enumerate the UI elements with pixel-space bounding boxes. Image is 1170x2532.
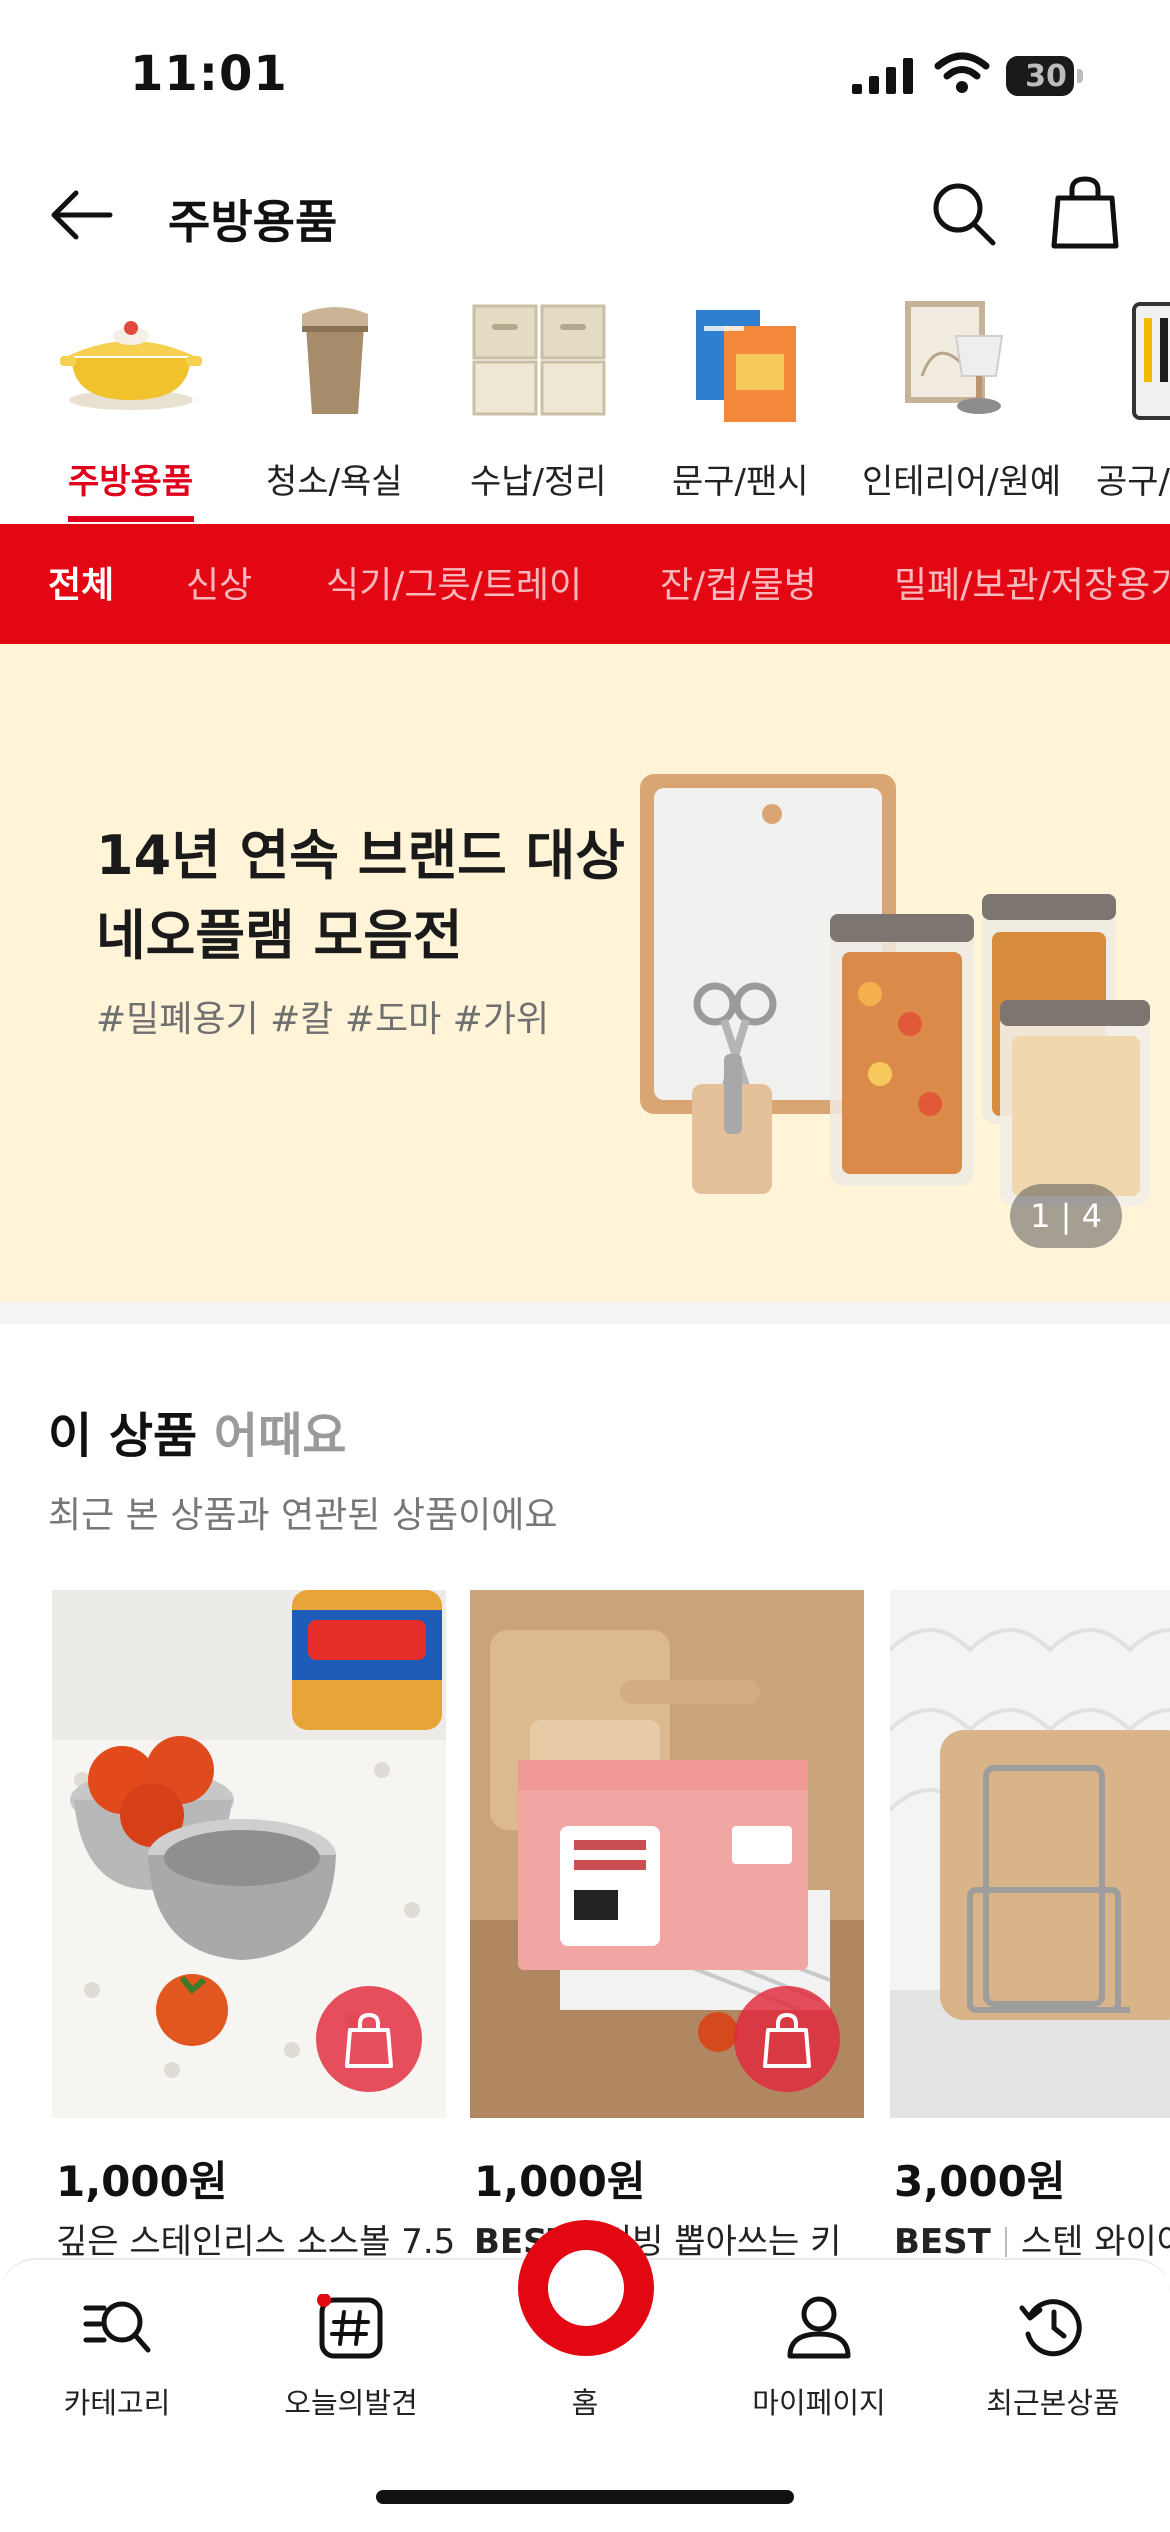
- shopping-bag-icon[interactable]: [1050, 176, 1120, 250]
- filter-chip-tableware[interactable]: 식기/그릇/트레이: [326, 556, 582, 608]
- person-icon: [787, 2296, 851, 2359]
- product-card[interactable]: 1,000원 깊은 스테인리스 소스볼 7.5: [52, 1590, 455, 2262]
- nav-label: 카테고리: [63, 2386, 171, 2420]
- best-badge: BEST: [894, 2222, 991, 2262]
- category-label: 주방용품: [68, 462, 194, 502]
- home-indicator[interactable]: [376, 2490, 794, 2504]
- filter-chip-new[interactable]: 신상: [186, 556, 252, 608]
- section-divider: [0, 1302, 1170, 1324]
- nav-category[interactable]: 카테고리: [0, 2260, 234, 2430]
- category-label: 공구/: [1096, 462, 1170, 502]
- banner-page-indicator: 1 | 4: [1010, 1184, 1122, 1248]
- product-price: 1,000원: [474, 2157, 646, 2206]
- nav-label: 마이페이지: [752, 2386, 886, 2420]
- category-tab-stationery[interactable]: 문구/팬시: [666, 296, 816, 524]
- cellular-signal-icon: [852, 58, 913, 94]
- promo-banner[interactable]: 14년 연속 브랜드 대상 네오플램 모음전 #밀폐용기 #칼 #도마 #가위 …: [0, 644, 1170, 1302]
- category-label: 문구/팬시: [672, 462, 809, 502]
- category-strip: 주방용품 청소/욕실 수납/정리 문구/팬시 인테리어/원예 공구/: [0, 296, 1170, 524]
- product-name: BEST스텐 와이어: [894, 2222, 1170, 2262]
- lamp-frame-icon: [905, 301, 1004, 414]
- filter-chip-all[interactable]: 전체: [48, 556, 114, 608]
- kitchenware-product-image: [640, 774, 1150, 1206]
- nav-mypage[interactable]: 마이페이지: [702, 2260, 936, 2430]
- tool-set-icon: [1132, 302, 1170, 420]
- category-active-underline: [68, 516, 194, 522]
- category-label: 수납/정리: [470, 462, 607, 502]
- nav-discover[interactable]: 오늘의발견: [234, 2260, 468, 2430]
- trash-bin-icon: [302, 307, 368, 414]
- category-tab-storage[interactable]: 수납/정리: [464, 296, 614, 524]
- filter-chip-containers[interactable]: 밀폐/보관/저장용기: [894, 556, 1170, 608]
- category-label: 인테리어/원예: [862, 462, 1062, 502]
- storage-box-icon: [472, 304, 606, 416]
- back-arrow-icon[interactable]: [48, 188, 114, 242]
- notebook-icon: [696, 310, 796, 422]
- product-image: [890, 1590, 1170, 2118]
- category-tab-interior[interactable]: 인테리어/원예: [862, 296, 1062, 524]
- casserole-pot-icon: [60, 321, 202, 410]
- shopping-bag-icon: [345, 2012, 393, 2068]
- history-clock-icon: [1019, 2299, 1082, 2357]
- subcategory-filter-bar: 전체 신상 식기/그릇/트레이 잔/컵/물병 밀폐/보관/저장용기: [0, 524, 1170, 644]
- nav-label: 최근본상품: [986, 2386, 1120, 2420]
- shopping-bag-icon: [763, 2012, 811, 2068]
- home-ring-icon: [548, 2250, 624, 2326]
- page-title: 주방용품: [168, 195, 338, 249]
- battery-level: 30: [1025, 59, 1067, 94]
- status-bar: 11:01 30: [0, 0, 1170, 150]
- section-subtitle: 최근 본 상품과 연관된 상품이에요: [48, 1495, 558, 1536]
- nav-label: 홈: [571, 2386, 599, 2420]
- home-button[interactable]: [518, 2220, 654, 2356]
- battery-indicator: 30: [1006, 56, 1083, 96]
- banner-tags: #밀폐용기 #칼 #도마 #가위: [96, 999, 550, 1040]
- nav-recent[interactable]: 최근본상품: [936, 2260, 1170, 2430]
- category-tab-tools[interactable]: 공구/: [1096, 296, 1170, 524]
- product-price: 1,000원: [56, 2157, 228, 2206]
- category-tab-kitchen[interactable]: 주방용품: [56, 296, 206, 524]
- header: 주방용품: [0, 150, 1170, 280]
- category-search-icon: [83, 2301, 151, 2353]
- add-to-cart-button[interactable]: [316, 1986, 422, 2092]
- status-time: 11:01: [130, 46, 288, 102]
- product-card[interactable]: 3,000원 BEST스텐 와이어: [890, 1590, 1170, 2262]
- section-title: 이 상품 어때요: [48, 1408, 347, 1464]
- product-card[interactable]: 1,000원 BEST 리빙 뽑아쓰는 키: [470, 1590, 864, 2262]
- product-price: 3,000원: [894, 2157, 1066, 2206]
- nav-label: 오늘의발견: [284, 2386, 418, 2420]
- hashtag-icon: [317, 2294, 383, 2359]
- filter-chip-cups[interactable]: 잔/컵/물병: [660, 556, 817, 608]
- product-name: 깊은 스테인리스 소스볼 7.5: [56, 2222, 456, 2262]
- category-label: 청소/욕실: [266, 462, 403, 502]
- search-icon[interactable]: [930, 180, 998, 248]
- banner-title: 14년 연속 브랜드 대상 네오플램 모음전: [96, 824, 625, 967]
- category-tab-cleaning[interactable]: 청소/욕실: [260, 296, 410, 524]
- add-to-cart-button[interactable]: [734, 1986, 840, 2092]
- wifi-icon: [934, 52, 990, 93]
